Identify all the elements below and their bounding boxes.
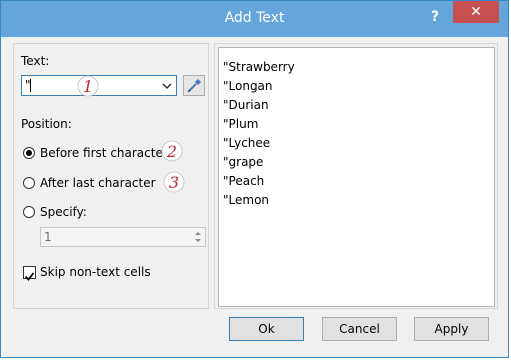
skip-non-text-label[interactable]: Skip non-text cells	[40, 265, 151, 279]
callout-badge-1: 1	[77, 75, 99, 97]
cell-picker-button[interactable]	[183, 75, 205, 96]
specify-label[interactable]: Specify:	[40, 205, 87, 219]
list-item: "Strawberry	[223, 60, 295, 74]
text-caret	[30, 79, 31, 92]
list-item: "Peach	[223, 174, 265, 188]
list-item: "Lemon	[223, 193, 270, 207]
skip-non-text-checkbox[interactable]	[23, 266, 36, 281]
specify-value: 1	[44, 230, 52, 244]
callout-number: 2	[166, 142, 177, 161]
checkmark-icon	[24, 272, 35, 281]
text-combobox[interactable]: "	[21, 75, 177, 96]
position-label: Position:	[21, 117, 72, 131]
radio-selected-dot	[26, 150, 32, 156]
callout-number: 1	[83, 77, 93, 96]
close-button[interactable]: ✕	[453, 1, 499, 23]
add-text-dialog: Add Text ? ✕ Text: " 1 Position: Before …	[0, 0, 509, 358]
specify-position-spinner[interactable]: 1	[40, 227, 206, 247]
callout-badge-2: 2	[161, 140, 183, 162]
callout-badge-3: 3	[163, 171, 185, 193]
list-item: "Longan	[223, 79, 273, 93]
list-item: "Durian	[223, 98, 269, 112]
title-bar: Add Text ? ✕	[1, 1, 508, 37]
ok-button[interactable]: Ok	[229, 317, 304, 341]
list-item: "Lychee	[223, 136, 271, 150]
chevron-down-icon[interactable]	[161, 78, 173, 93]
radio-after-last[interactable]	[23, 177, 35, 189]
apply-button[interactable]: Apply	[414, 317, 489, 341]
spinner-arrows-icon[interactable]	[191, 228, 205, 246]
preview-list[interactable]: "Strawberry "Longan "Durian "Plum "Lyche…	[218, 47, 495, 307]
radio-before-first[interactable]	[23, 147, 35, 159]
radio-specify[interactable]	[23, 206, 35, 218]
after-last-label[interactable]: After last character	[40, 176, 156, 190]
help-button[interactable]: ?	[425, 7, 445, 27]
text-label: Text:	[21, 54, 50, 68]
callout-number: 3	[169, 173, 179, 192]
before-first-label[interactable]: Before first character	[40, 146, 168, 160]
eyedropper-icon	[187, 79, 201, 93]
list-item: "Plum	[223, 117, 259, 131]
cancel-button[interactable]: Cancel	[322, 317, 397, 341]
list-item: "grape	[223, 155, 264, 169]
